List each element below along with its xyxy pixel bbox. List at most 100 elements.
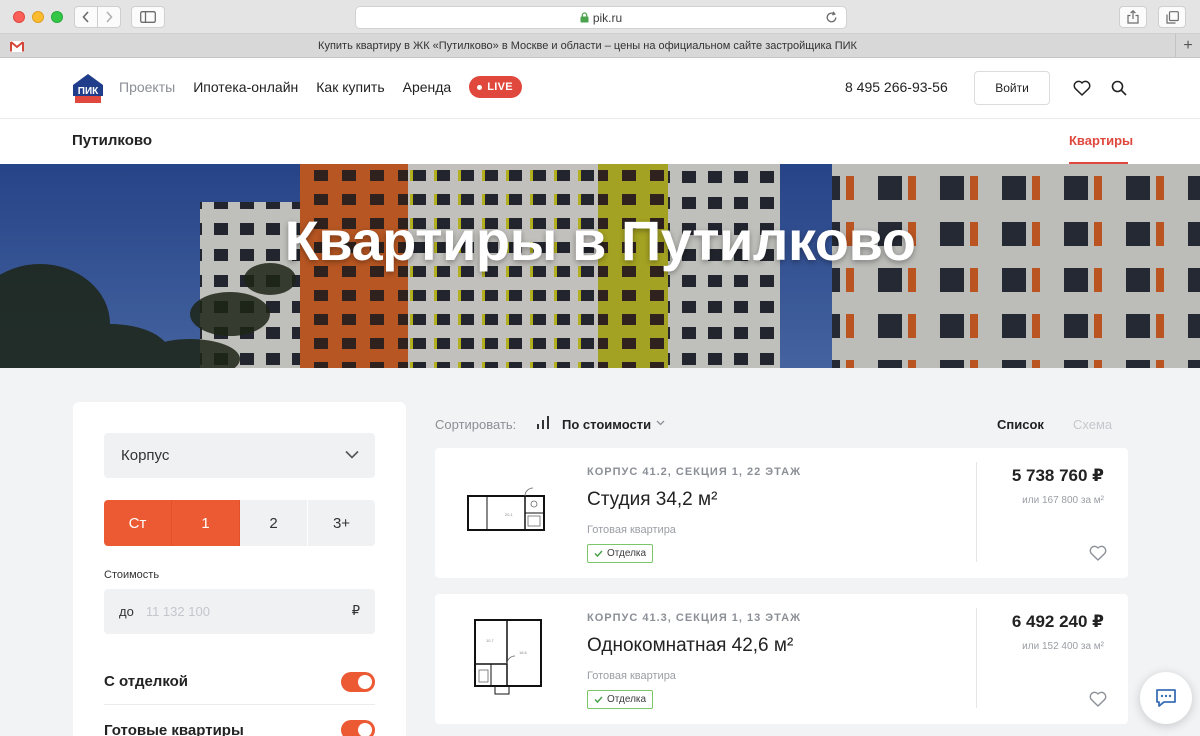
currency-sign: ₽: [351, 603, 360, 618]
nav-how-to-buy[interactable]: Как купить: [316, 79, 384, 95]
card-location: КОРПУС 41.2, СЕКЦИЯ 1, 22 ЭТАЖ: [587, 466, 802, 478]
apartment-card[interactable]: 10.7 18.6 КОРПУС 41.3, СЕКЦИЯ 1, 13 ЭТАЖ…: [435, 594, 1128, 724]
project-subnav: Путилково Квартиры: [0, 119, 1200, 164]
nav-rent[interactable]: Аренда: [403, 79, 452, 95]
room-option-3plus[interactable]: 3+: [308, 500, 375, 546]
finishing-toggle[interactable]: [341, 671, 375, 692]
finishing-toggle-row: С отделкой: [104, 659, 375, 705]
card-title[interactable]: Студия 34,2 м²: [587, 489, 717, 511]
floor-plan-image: 20.1: [467, 487, 545, 531]
main-nav: Проекты Ипотека-онлайн Как купить Аренда…: [119, 58, 522, 116]
close-window-button[interactable]: [13, 11, 25, 23]
minimize-window-button[interactable]: [32, 11, 44, 23]
back-button[interactable]: [74, 6, 98, 28]
url-text: pik.ru: [592, 10, 623, 25]
new-tab-button[interactable]: +: [1176, 34, 1200, 58]
secure-lock-icon: [580, 12, 589, 23]
login-button[interactable]: Войти: [974, 71, 1050, 105]
room-option-1[interactable]: 1: [172, 500, 240, 546]
sort-dropdown[interactable]: По стоимости: [562, 417, 651, 432]
chat-button[interactable]: [1140, 672, 1192, 724]
share-icon: [1127, 10, 1139, 24]
finishing-badge: Отделка: [587, 544, 654, 563]
finishing-toggle-label: С отделкой: [104, 673, 189, 690]
room-option-studio[interactable]: Ст: [104, 500, 172, 546]
favorite-heart-icon[interactable]: [1089, 691, 1107, 707]
card-title[interactable]: Однокомнатная 42,6 м²: [587, 635, 793, 657]
filter-panel: Корпус Ст 1 2 3+ Стоимость до 11 132 100…: [73, 402, 406, 736]
favorite-heart-icon[interactable]: [1089, 545, 1107, 561]
card-location: КОРПУС 41.3, СЕКЦИЯ 1, 13 ЭТАЖ: [587, 612, 802, 624]
tab-bar: Купить квартиру в ЖК «Путилково» в Москв…: [0, 34, 1200, 58]
checkmark-icon: [594, 550, 603, 557]
nav-projects[interactable]: Проекты: [119, 79, 175, 95]
view-scheme-tab[interactable]: Схема: [1073, 417, 1112, 432]
show-tabs-button[interactable]: [1158, 6, 1186, 28]
finishing-badge-label: Отделка: [607, 548, 647, 559]
chevron-left-icon: [82, 11, 89, 23]
chevron-right-icon: [106, 11, 113, 23]
card-price-per-m2: или 152 400 за м²: [1022, 641, 1104, 652]
price-label: Стоимость: [104, 569, 160, 581]
floor-plan-image: 10.7 18.6: [474, 619, 542, 695]
card-price-per-m2: или 167 800 за м²: [1022, 495, 1104, 506]
room-option-2[interactable]: 2: [240, 500, 308, 546]
svg-text:18.6: 18.6: [519, 650, 528, 655]
max-price-input[interactable]: до 11 132 100 ₽: [104, 589, 375, 634]
sort-bar: Сортировать: По стоимости Список Схема: [435, 416, 1128, 434]
forward-button[interactable]: [97, 6, 121, 28]
view-list-tab[interactable]: Список: [997, 417, 1044, 432]
project-title[interactable]: Путилково: [72, 132, 152, 149]
sort-label: Сортировать:: [435, 417, 517, 432]
sort-bars-icon[interactable]: [537, 416, 551, 432]
share-button[interactable]: [1119, 6, 1147, 28]
sidebar-icon: [140, 11, 156, 23]
ready-toggle-label: Готовые квартиры: [104, 721, 244, 736]
sidebar-toggle-button[interactable]: [131, 6, 165, 28]
reload-icon[interactable]: [825, 11, 838, 24]
building-select[interactable]: Корпус: [104, 433, 375, 478]
price-prefix: до: [119, 604, 134, 619]
tabs-icon: [1165, 10, 1179, 24]
card-divider: [976, 462, 977, 562]
chat-bubble-icon: [1156, 689, 1176, 707]
toggle-knob: [358, 723, 372, 736]
zoom-window-button[interactable]: [51, 11, 63, 23]
logo-text: ПИК: [78, 86, 99, 97]
chevron-down-icon: [345, 450, 359, 459]
apartment-card[interactable]: 20.1 КОРПУС 41.2, СЕКЦИЯ 1, 22 ЭТАЖ Студ…: [435, 448, 1128, 578]
card-status: Готовая квартира: [587, 670, 676, 682]
favorites-heart-icon[interactable]: [1073, 79, 1091, 97]
svg-text:10.7: 10.7: [486, 638, 495, 643]
tab-title: Купить квартиру в ЖК «Путилково» в Москв…: [318, 40, 857, 52]
checkmark-icon: [594, 696, 603, 703]
address-bar[interactable]: pik.ru: [355, 6, 847, 29]
nav-mortgage[interactable]: Ипотека-онлайн: [193, 79, 298, 95]
tab-apartments[interactable]: Квартиры: [1069, 133, 1133, 148]
card-price: 6 492 240 ₽: [1011, 612, 1104, 631]
ready-toggle-row: Готовые квартиры: [104, 707, 375, 736]
site-header: ПИК Проекты Ипотека-онлайн Как купить Ар…: [0, 58, 1200, 119]
pik-logo[interactable]: ПИК: [72, 72, 104, 104]
rooms-selector: Ст 1 2 3+: [104, 500, 375, 546]
gmail-favicon-icon: [9, 39, 25, 53]
chevron-down-icon[interactable]: [656, 420, 665, 426]
card-divider: [976, 608, 977, 708]
browser-tab[interactable]: Купить квартиру в ЖК «Путилково» в Москв…: [0, 34, 1176, 58]
price-placeholder: 11 132 100: [145, 604, 210, 619]
svg-text:20.1: 20.1: [505, 512, 514, 517]
phone-number[interactable]: 8 495 266-93-56: [845, 79, 948, 95]
live-label: LIVE: [487, 81, 513, 93]
hero-title: Квартиры в Путилково: [284, 209, 916, 272]
toggle-knob: [358, 674, 372, 689]
browser-toolbar: pik.ru: [0, 0, 1200, 34]
ready-toggle[interactable]: [341, 720, 375, 736]
live-badge[interactable]: LIVE: [469, 76, 522, 98]
live-dot-icon: [477, 84, 483, 90]
building-select-value: Корпус: [121, 447, 170, 464]
finishing-badge: Отделка: [587, 690, 654, 709]
search-icon[interactable]: [1110, 79, 1128, 97]
card-status: Готовая квартира: [587, 524, 676, 536]
card-price: 5 738 760 ₽: [1011, 466, 1104, 485]
hero-banner: Квартиры в Путилково: [0, 164, 1200, 368]
